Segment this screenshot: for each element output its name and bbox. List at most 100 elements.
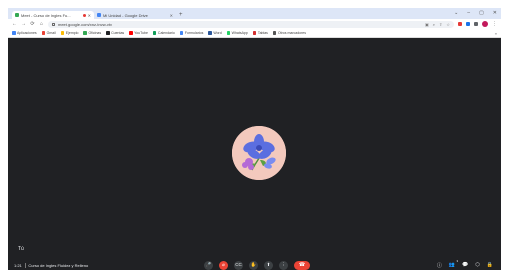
leave-call-button[interactable]: ☎ — [294, 260, 310, 270]
close-window-button[interactable]: ✕ — [493, 10, 497, 16]
reload-button[interactable]: ⟳ — [30, 21, 35, 27]
participant-avatar — [232, 126, 286, 180]
lock-icon — [52, 22, 55, 26]
bookmark-label: YouTube — [134, 31, 148, 35]
tab-search-icon[interactable]: ⌄ — [454, 10, 458, 16]
host-controls-button[interactable]: 🔒 — [487, 262, 493, 268]
puzzle-icon[interactable] — [474, 22, 478, 26]
call-controls: 🎤 ⌀ CC ✋ ⬆ ⋮ ☎ — [204, 260, 310, 270]
tab-drive[interactable]: Mi Unidad - Google Drive ✕ — [94, 11, 176, 19]
captions-button[interactable]: CC — [234, 260, 243, 270]
camera-off-icon: ⌀ — [222, 261, 225, 267]
more-vert-icon: ⋮ — [281, 261, 286, 267]
drive-favicon-icon — [97, 13, 101, 17]
chat-icon: 💬 — [462, 262, 469, 268]
bookmark-item[interactable]: YouTube — [129, 31, 148, 35]
self-tile-label: Tú — [18, 246, 24, 252]
bookmark-item[interactable]: WhatsApp — [226, 31, 248, 35]
back-button[interactable]: ← — [12, 21, 17, 27]
bookmark-label: WhatsApp — [231, 31, 248, 35]
meeting-time: 1:21 — [14, 262, 22, 268]
maximize-button[interactable]: ▢ — [479, 10, 484, 16]
address-bar[interactable]: meet.google.com/xnz-tnvw-vtv ▣ ⌕ ⇪ ☆ — [48, 20, 454, 28]
people-button[interactable]: 👥 3 — [448, 259, 459, 268]
bookmark-item[interactable]: Tablas — [252, 31, 268, 35]
hangup-icon: ☎ — [298, 262, 306, 268]
raise-hand-button[interactable]: ✋ — [249, 260, 258, 270]
bookmark-label: Ejemplo — [65, 31, 79, 35]
bookmark-label: Tablas — [257, 31, 268, 35]
search-icon[interactable]: ⌕ — [433, 22, 435, 27]
browser-menu-icon[interactable]: ⋮ — [492, 21, 497, 27]
people-icon: 👥 — [448, 262, 456, 268]
bookmark-label: Gmail — [46, 31, 56, 35]
tab-bar: Meet - Curso de Ingles Fu... ✕ Mi Unidad… — [8, 8, 501, 19]
tab-label: Mi Unidad - Google Drive — [103, 12, 148, 18]
forward-button[interactable]: → — [21, 21, 26, 27]
meeting-title: Curso de Ingles Fluidez y Relleno — [28, 262, 89, 268]
share-icon[interactable]: ⇪ — [439, 22, 442, 27]
bookmark-favicon-icon — [226, 31, 231, 35]
microphone-button[interactable]: 🎤 — [204, 260, 213, 270]
bookmark-label: Word — [213, 31, 222, 35]
bookmark-item[interactable]: Gmail — [41, 31, 56, 35]
close-tab-icon[interactable]: ✕ — [170, 13, 173, 18]
bookmark-label: Oficinas — [88, 31, 102, 35]
bookmark-favicon-icon — [179, 31, 184, 35]
bookmark-item[interactable]: Aplicaciones — [12, 31, 37, 35]
bookmark-favicon-icon — [83, 31, 87, 35]
bookmark-favicon-icon — [41, 31, 46, 35]
bookmark-favicon-icon — [208, 31, 212, 35]
bookmark-favicon-icon — [12, 31, 16, 35]
bookmark-favicon-icon — [106, 31, 110, 35]
bookmark-item[interactable]: Calendario — [152, 31, 175, 35]
new-tab-button[interactable]: + — [179, 12, 183, 18]
meeting-bottom-bar: 1:21 Curso de Ingles Fluidez y Relleno 🎤… — [8, 259, 501, 270]
bookmark-label: Cuentas — [111, 31, 125, 35]
star-icon[interactable]: ☆ — [446, 22, 450, 27]
flower-image — [232, 126, 286, 180]
activities-button[interactable]: ⬡ — [475, 262, 479, 268]
extension-icon[interactable] — [458, 22, 462, 26]
meeting-details-button[interactable]: ⓘ — [437, 262, 442, 269]
bookmark-label: Aplicaciones — [17, 31, 37, 35]
bookmark-favicon-icon — [252, 31, 257, 35]
minimize-button[interactable]: – — [467, 10, 470, 16]
participant-count: 3 — [456, 259, 459, 263]
profile-avatar[interactable] — [482, 21, 488, 27]
bookmark-favicon-icon — [60, 31, 65, 35]
bookmark-favicon-icon — [129, 31, 133, 35]
tab-meet[interactable]: Meet - Curso de Ingles Fu... ✕ — [12, 11, 94, 19]
recording-indicator-icon — [82, 13, 86, 17]
address-bar-actions: ▣ ⌕ ⇪ ☆ — [425, 22, 450, 27]
camera-blocked-icon[interactable]: ▣ — [425, 22, 429, 27]
window-controls: ⌄ – ▢ ✕ — [454, 10, 497, 16]
bookmark-label: Formularios — [184, 31, 204, 35]
url-text: meet.google.com/xnz-tnvw-vtv — [58, 21, 113, 27]
present-icon: ⬆ — [266, 261, 271, 267]
extension-icon[interactable] — [466, 22, 470, 26]
home-button[interactable]: ⌂ — [39, 21, 44, 27]
bookmark-item[interactable]: Oficinas — [83, 31, 101, 35]
meeting-info: 1:21 Curso de Ingles Fluidez y Relleno — [14, 262, 89, 268]
bookmark-favicon-icon — [152, 31, 157, 35]
browser-window: Meet - Curso de Ingles Fu... ✕ Mi Unidad… — [8, 8, 501, 270]
divider — [24, 262, 26, 268]
meet-favicon-icon — [15, 13, 19, 17]
bookmark-label: Otros marcadores — [277, 31, 306, 35]
close-tab-icon[interactable]: ✕ — [88, 13, 91, 18]
bookmarks-bar: Aplicaciones Gmail Ejemplo Oficinas Cuentas Y… — [8, 29, 501, 38]
bookmark-label: Calendario — [157, 31, 175, 35]
bookmark-item[interactable]: Otros marcadores — [272, 31, 306, 35]
bookmark-item[interactable]: Word — [208, 31, 222, 35]
more-bookmarks-button[interactable]: » — [495, 31, 497, 36]
microphone-icon: 🎤 — [205, 261, 212, 267]
meeting-stage: Tú 1:21 Curso de Ingles Fluidez y Rellen… — [8, 38, 501, 270]
camera-toggle-button[interactable]: ⌀ — [219, 260, 228, 270]
bookmark-item[interactable]: Cuentas — [106, 31, 124, 35]
bookmark-item[interactable]: Formularios — [179, 31, 204, 35]
more-options-button[interactable]: ⋮ — [279, 260, 288, 270]
chat-button[interactable]: 💬 — [462, 262, 468, 268]
present-button[interactable]: ⬆ — [264, 260, 273, 270]
bookmark-item[interactable]: Ejemplo — [60, 31, 79, 35]
